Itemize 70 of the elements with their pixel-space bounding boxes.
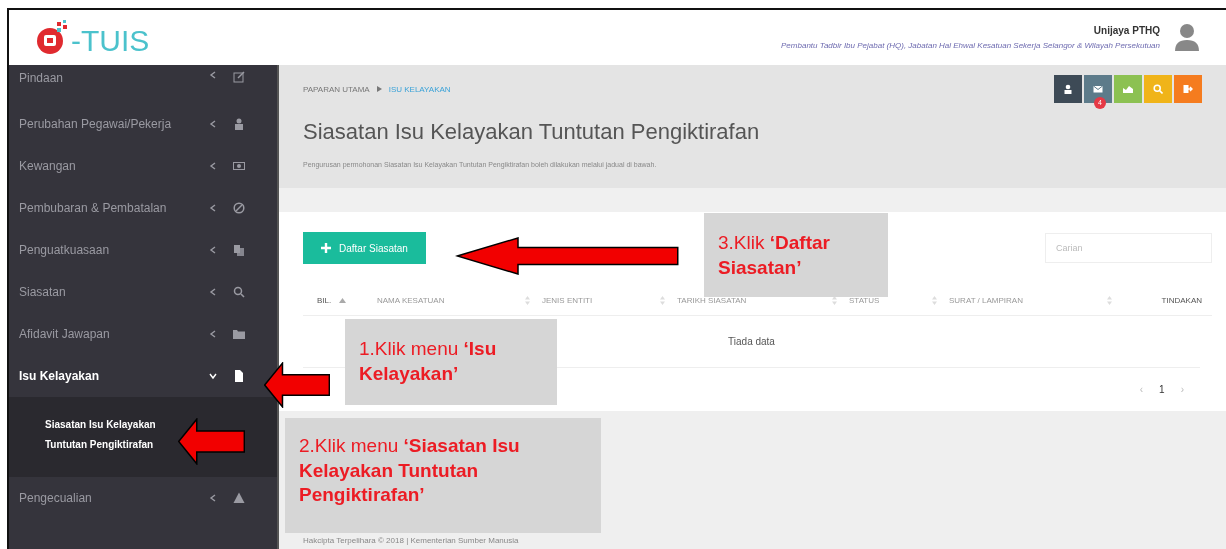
chart-button[interactable] (1114, 75, 1142, 103)
column-header[interactable]: TINDAKAN (1161, 296, 1202, 305)
plus-icon (321, 243, 331, 253)
search-field[interactable]: Carian (1045, 233, 1212, 263)
ban-icon (233, 202, 245, 214)
sidebar-item[interactable]: Pindaan (9, 65, 261, 103)
user-icon (1063, 84, 1073, 94)
mail-button[interactable] (1084, 75, 1112, 103)
chevron-left-icon (209, 330, 217, 338)
instruction-callout: 2.Klik menu ‘Siasatan Isu Kelayakan Tuntutan Pengiktirafan’ (285, 418, 601, 533)
column-header[interactable]: TARIKH SIASATAN (677, 296, 747, 305)
copy-icon (233, 244, 245, 256)
page-link[interactable]: 1 (1159, 384, 1165, 395)
user-role: Pembantu Tadbir Ibu Pejabat (HQ), Jabatan Hal Ehwal Kesatuan Sekerja Selangor & Wilayah Persekutuan (781, 41, 1160, 50)
user-name: Unijaya PTHQ (1093, 25, 1160, 36)
edit-icon (233, 71, 245, 83)
money-icon (233, 160, 245, 172)
column-header[interactable]: JENIS ENTITI (542, 296, 593, 305)
sort-icon[interactable] (1107, 296, 1112, 305)
chart-icon (1123, 84, 1133, 94)
pointer-arrow-icon (264, 362, 330, 408)
sort-icon[interactable] (660, 296, 665, 305)
page-title: Siasatan Isu Kelayakan Tuntutan Pengiktirafan (303, 119, 761, 145)
add-button[interactable]: Daftar Siasatan (303, 232, 426, 264)
folder-icon (233, 328, 245, 340)
sort-icon[interactable] (932, 296, 937, 305)
warning-icon (233, 492, 245, 504)
chevron-left-icon (209, 120, 217, 128)
logout-icon (1183, 84, 1193, 94)
chevron-left-icon (209, 162, 217, 170)
sidebar-item[interactable]: Siasatan (9, 271, 261, 313)
chevron-left-icon (209, 204, 217, 212)
sort-icon[interactable] (525, 296, 530, 305)
sidebar-item[interactable]: Penguatkuasaan (9, 229, 261, 271)
chevron-left-icon (209, 246, 217, 254)
chevron-left-icon (209, 494, 217, 502)
column-header[interactable]: SURAT / LAMPIRAN (949, 296, 1023, 305)
sidebar-item[interactable]: Pengecualian (9, 477, 261, 519)
sidebar-item[interactable]: Isu Kelayakan (9, 355, 261, 397)
instruction-callout: 3.Klik ‘Daftar Siasatan’ (704, 213, 888, 297)
pointer-arrow-icon (178, 418, 245, 465)
sidebar-item[interactable]: Kewangan (9, 145, 261, 187)
pointer-arrow-icon (455, 237, 680, 275)
instruction-callout: 1.Klik menu ‘Isu Kelayakan’ (345, 319, 557, 405)
avatar-icon[interactable] (1174, 22, 1200, 53)
sort-ascending-icon[interactable] (339, 298, 347, 303)
user-button[interactable] (1054, 75, 1082, 103)
chevron-down-icon (209, 372, 217, 380)
breadcrumb-link[interactable]: PAPARAN UTAMA (303, 84, 370, 94)
mail-icon (1093, 84, 1103, 94)
column-header[interactable]: NAMA KESATUAN (377, 296, 445, 305)
search-icon (233, 286, 245, 298)
sort-icon[interactable] (832, 296, 837, 305)
file-icon (233, 370, 245, 382)
column-header[interactable]: STATUS (849, 296, 880, 305)
logo-text: -TUIS (71, 25, 150, 56)
chevron-left-icon (209, 71, 217, 79)
logout-button[interactable] (1174, 75, 1202, 103)
search-button[interactable] (1144, 75, 1172, 103)
empty-table-text: Tiada data (728, 336, 775, 347)
breadcrumb-separator-icon (376, 86, 382, 92)
sidebar-item[interactable]: Pembubaran & Pembatalan (9, 187, 261, 229)
chevron-left-icon (209, 288, 217, 296)
sidebar-item[interactable]: Afidavit Jawapan (9, 313, 261, 355)
footer-text: Hakcipta Terpelihara © 2018 | Kementerian Sumber Manusia (302, 536, 520, 547)
people-icon (233, 118, 245, 130)
breadcrumb-link[interactable]: ISU KELAYAKAN (388, 84, 451, 94)
search-icon (1153, 84, 1163, 94)
column-header[interactable]: BIL. (317, 296, 332, 305)
sidebar-item[interactable]: Perubahan Pegawai/Pekerja (9, 103, 261, 145)
